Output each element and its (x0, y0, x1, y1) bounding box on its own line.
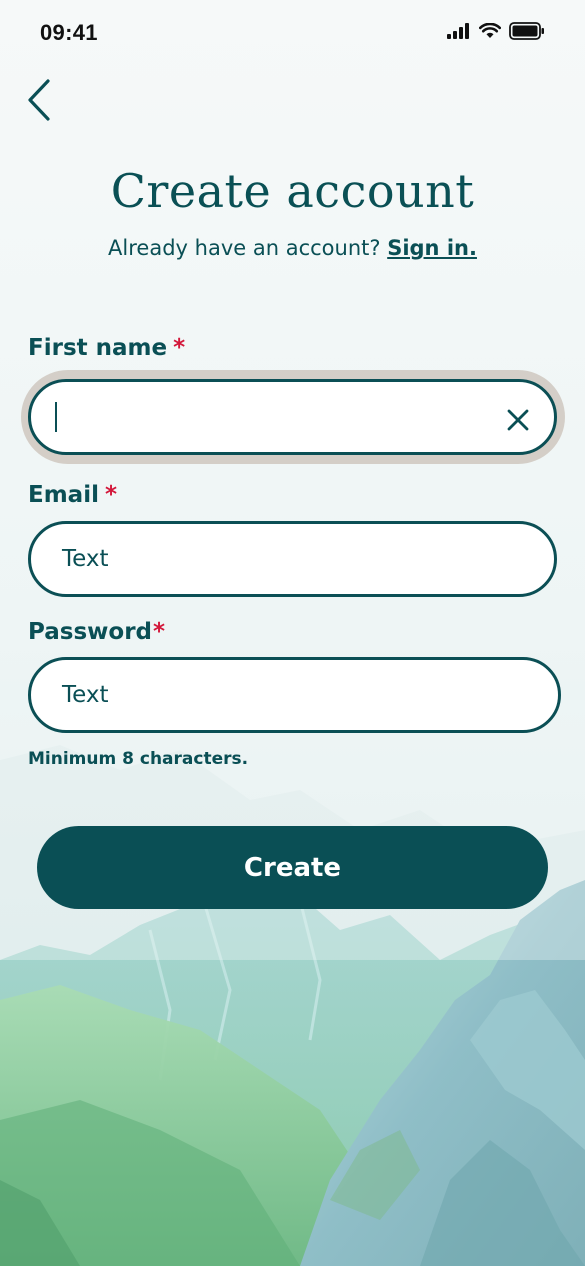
create-account-screen: 09:41 Create account Already have an acc… (0, 0, 585, 1266)
first-name-label-text: First name (28, 335, 168, 361)
status-icons (447, 22, 545, 40)
required-marker: * (153, 619, 166, 645)
signin-link[interactable]: Sign in. (387, 236, 477, 260)
required-marker: * (104, 482, 117, 508)
password-label: Password* (28, 619, 165, 645)
email-label-text: Email (28, 482, 99, 508)
status-time: 09:41 (40, 20, 98, 45)
wifi-icon (479, 23, 501, 38)
first-name-input[interactable] (28, 379, 557, 455)
email-label: Email * (28, 482, 117, 508)
status-bar: 09:41 (0, 0, 585, 66)
close-icon[interactable] (506, 408, 530, 432)
password-helper-text: Minimum 8 characters. (28, 749, 249, 769)
text-cursor (55, 402, 57, 432)
create-button[interactable]: Create (37, 826, 548, 909)
page-title: Create account (110, 164, 475, 218)
email-field[interactable]: Text (28, 521, 557, 597)
password-field[interactable]: Text (28, 657, 561, 733)
email-placeholder: Text (62, 546, 109, 572)
signin-prompt-row: Already have an account? Sign in. (0, 236, 585, 260)
password-placeholder: Text (62, 682, 109, 708)
first-name-label: First name * (28, 335, 185, 361)
chevron-left-icon (28, 79, 50, 121)
signin-prompt-text: Already have an account? (108, 236, 381, 260)
back-button[interactable] (20, 76, 60, 124)
password-label-text: Password (28, 619, 152, 645)
required-marker: * (173, 335, 186, 361)
battery-icon (509, 22, 544, 40)
cellular-signal-icon (447, 23, 469, 39)
